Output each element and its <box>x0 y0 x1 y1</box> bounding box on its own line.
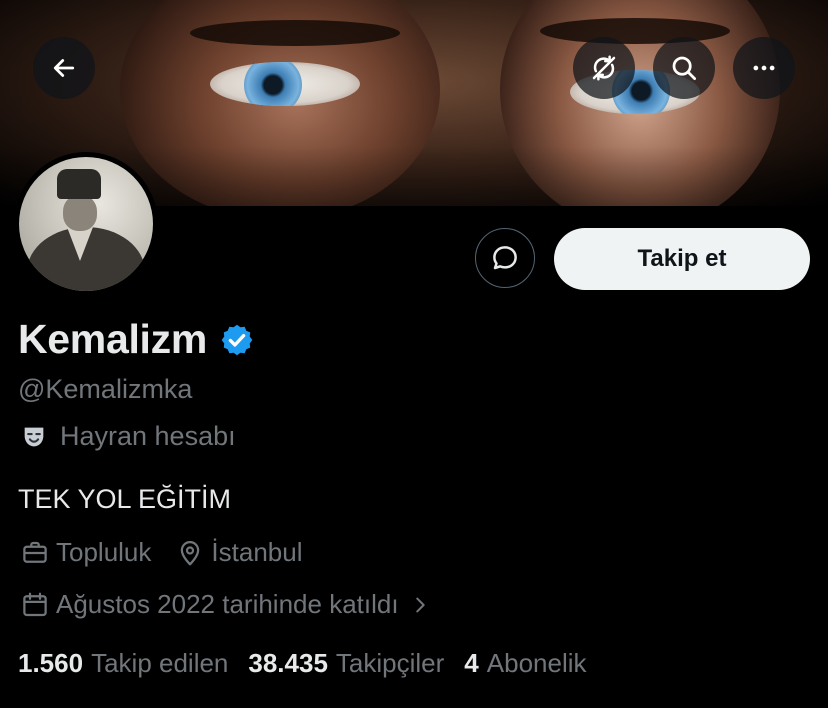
message-button[interactable] <box>475 228 535 288</box>
follow-button[interactable]: Takip et <box>554 228 810 290</box>
briefcase-icon <box>23 541 47 563</box>
following-link[interactable]: 1.560 Takip edilen <box>18 648 228 679</box>
subscriptions-link[interactable]: 4 Abonelik <box>464 648 586 679</box>
location: İstanbul <box>175 537 302 568</box>
professional-category: Topluluk <box>20 537 151 568</box>
location-pin-icon <box>181 540 200 565</box>
profile-bio: TEK YOL EĞİTİM <box>18 484 232 514</box>
category-label: Hayran hesabı <box>60 421 236 451</box>
calendar-icon <box>23 592 47 616</box>
location-label: İstanbul <box>211 537 303 567</box>
more-button[interactable] <box>733 37 795 99</box>
joined-label: Ağustos 2022 tarihinde katıldı <box>56 589 399 619</box>
followers-link[interactable]: 38.435 Takipçiler <box>248 648 444 679</box>
search-button[interactable] <box>653 37 715 99</box>
profile-name-row: Kemalizm <box>18 316 255 363</box>
joined-date[interactable]: Ağustos 2022 tarihinde katıldı <box>20 589 431 620</box>
banner-brow-right <box>540 18 730 44</box>
avatar-photo <box>19 157 153 291</box>
more-horizontal-icon <box>753 65 775 71</box>
following-count: 1.560 <box>18 648 84 678</box>
banner-eye-left <box>210 62 360 106</box>
profile-handle: @Kemalizmka <box>18 374 193 404</box>
followers-label: Takipçiler <box>335 648 445 678</box>
banner-brow-left <box>190 20 400 46</box>
back-button[interactable] <box>33 37 95 99</box>
subscriptions-label: Abonelik <box>486 648 587 678</box>
profile-stats: 1.560 Takip edilen 38.435 Takipçiler 4 A… <box>18 648 607 679</box>
chevron-right-icon <box>415 597 425 612</box>
joined-row[interactable]: Ağustos 2022 tarihinde katıldı <box>20 589 455 620</box>
search-icon <box>672 56 696 80</box>
theater-mask-icon <box>24 427 44 446</box>
professional-category-label: Topluluk <box>56 537 152 567</box>
arrow-left-icon <box>53 59 75 77</box>
display-name: Kemalizm <box>18 316 208 362</box>
followers-count: 38.435 <box>248 648 328 678</box>
avatar[interactable] <box>14 152 158 296</box>
refresh-button[interactable] <box>573 37 635 99</box>
no-sync-icon <box>592 55 616 81</box>
following-label: Takip edilen <box>91 648 229 678</box>
profile-category: Hayran hesabı <box>20 421 236 452</box>
profile-meta-row: Topluluk İstanbul <box>20 537 326 568</box>
verified-badge-icon[interactable] <box>219 322 255 358</box>
subscriptions-count: 4 <box>464 648 479 678</box>
message-bubble-icon <box>493 246 517 270</box>
